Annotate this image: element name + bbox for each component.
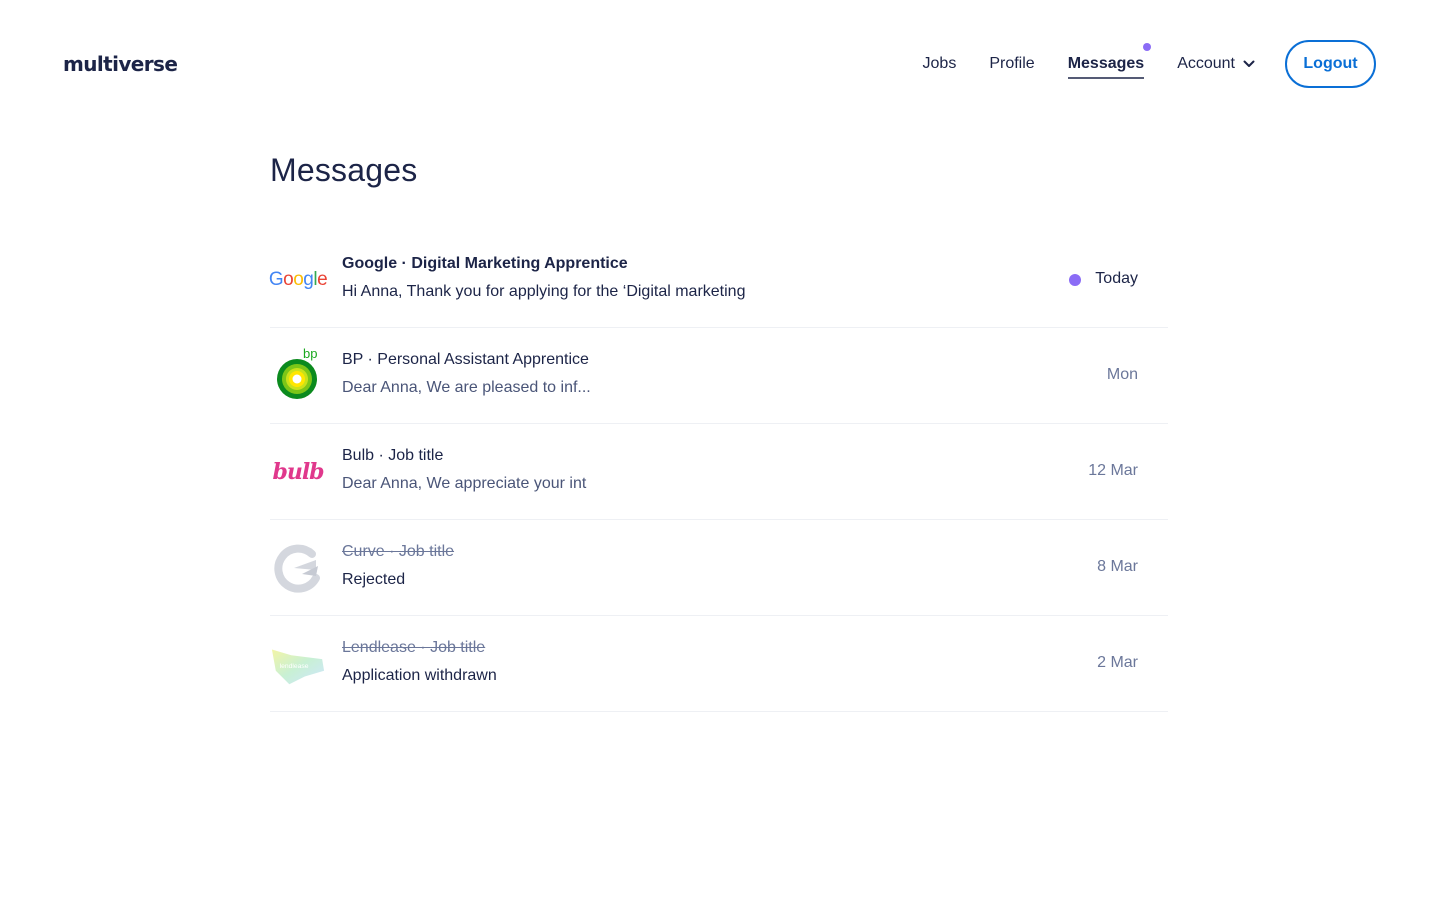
lendlease-logo: lendlease	[270, 636, 326, 692]
curve-logo	[270, 540, 326, 596]
bulb-logo: bulb	[272, 459, 324, 485]
message-title: Bulb · Job title	[342, 447, 444, 464]
message-date: Today	[1095, 270, 1138, 287]
nav-profile[interactable]: Profile	[989, 54, 1034, 74]
message-preview: Hi Anna, Thank you for applying for the …	[342, 283, 746, 300]
new-message-indicator	[1143, 43, 1152, 51]
message-title: BP · Personal Assistant Apprentice	[342, 351, 589, 368]
main-nav: Jobs Profile Messages Account Logout	[923, 40, 1376, 88]
message-row[interactable]: lendlease Lendlease · Job title Applicat…	[270, 616, 1168, 712]
nav-messages-label: Messages	[1067, 55, 1145, 72]
message-title: Google · Digital Marketing Apprentice	[342, 255, 628, 272]
top-header: multiverse Jobs Profile Messages Account…	[0, 0, 1440, 128]
multiverse-logo[interactable]: multiverse	[63, 52, 178, 76]
message-row[interactable]: bp BP · Personal Assistant Apprentice De…	[270, 328, 1168, 424]
message-date: 2 Mar	[1097, 654, 1138, 671]
message-title: Curve · Job title	[342, 543, 455, 560]
unread-indicator	[1069, 274, 1081, 286]
message-row[interactable]: Curve · Job title Rejected 8 Mar	[270, 520, 1168, 616]
nav-jobs[interactable]: Jobs	[923, 54, 957, 74]
message-date: Mon	[1106, 366, 1138, 383]
google-logo: Google	[268, 269, 328, 290]
nav-account-dropdown[interactable]: Account	[1177, 54, 1255, 74]
page-title: Messages	[270, 152, 418, 188]
message-date: 8 Mar	[1097, 558, 1138, 575]
nav-account-label: Account	[1177, 55, 1235, 72]
nav-messages[interactable]: Messages	[1067, 43, 1152, 79]
svg-text:bp: bp	[303, 348, 317, 361]
message-preview: Dear Anna, We are pleased to inf...	[342, 379, 591, 396]
message-preview: Dear Anna, We appreciate your int	[342, 475, 587, 492]
message-row[interactable]: bulb Bulb · Job title Dear Anna, We appr…	[270, 424, 1168, 520]
chevron-down-icon	[1243, 60, 1255, 68]
logout-button[interactable]: Logout	[1285, 40, 1376, 88]
message-list: Google Google · Digital Marketing Appren…	[268, 232, 1168, 712]
message-title: Lendlease · Job title	[342, 639, 486, 656]
message-preview: Application withdrawn	[342, 667, 497, 684]
message-date: 12 Mar	[1088, 462, 1138, 479]
message-row[interactable]: Google Google · Digital Marketing Appren…	[268, 232, 1168, 328]
svg-text:lendlease: lendlease	[280, 663, 309, 670]
message-preview: Rejected	[342, 571, 406, 588]
bp-logo: bp	[270, 348, 326, 404]
